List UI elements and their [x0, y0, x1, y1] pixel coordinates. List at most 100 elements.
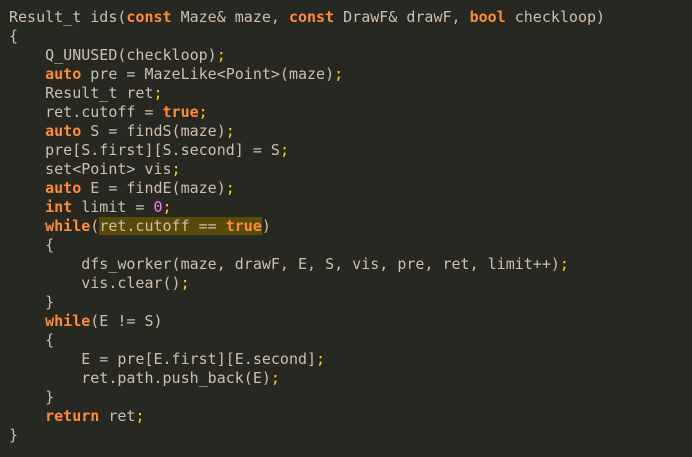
code-token: Result_t ids(: [9, 8, 127, 26]
code-token: auto: [45, 179, 82, 197]
code-text: Result_t ret;: [9, 84, 163, 103]
code-token: ;: [153, 84, 163, 102]
code-token: ;: [162, 198, 172, 216]
code-token: S = findS(maze): [81, 122, 226, 140]
code-token: bool: [469, 8, 506, 26]
code-token: Q_UNUSED(checkloop): [9, 46, 217, 64]
code-text: }: [9, 293, 54, 312]
code-token: (: [90, 217, 100, 235]
code-token: ;: [225, 122, 235, 140]
code-token: ;: [559, 255, 569, 273]
code-line[interactable]: return ret;: [0, 407, 692, 426]
code-text: pre[S.first][S.second] = S;: [9, 141, 289, 160]
code-line[interactable]: pre[S.first][S.second] = S;: [0, 141, 692, 160]
code-line[interactable]: }: [0, 388, 692, 407]
code-text: {: [9, 27, 18, 46]
code-token: pre[S.first][S.second] = S: [9, 141, 280, 159]
code-text: auto E = findE(maze);: [9, 179, 235, 198]
code-line[interactable]: {: [0, 236, 692, 255]
code-text: int limit = 0;: [9, 198, 172, 217]
code-text: vis.clear();: [9, 274, 189, 293]
code-line[interactable]: {: [0, 27, 692, 46]
code-token: int: [45, 198, 73, 216]
code-token: dfs_worker(maze, drawF, E, S, vis, pre, …: [9, 255, 560, 273]
code-token: return: [45, 407, 100, 425]
code-line[interactable]: auto pre = MazeLike<Point>(maze);: [0, 65, 692, 84]
code-token: auto: [45, 65, 82, 83]
code-line[interactable]: set<Point> vis;: [0, 160, 692, 179]
code-line[interactable]: E = pre[E.first][E.second];: [0, 350, 692, 369]
code-token: ret: [99, 407, 136, 425]
code-text: {: [9, 236, 54, 255]
code-line[interactable]: {: [0, 331, 692, 350]
code-text: auto S = findS(maze);: [9, 122, 235, 141]
code-token: ret.cutoff =: [9, 103, 163, 121]
code-token: true: [162, 103, 199, 121]
code-line[interactable]: }: [0, 426, 692, 445]
code-line[interactable]: int limit = 0;: [0, 198, 692, 217]
code-token: true: [225, 217, 262, 235]
code-text: set<Point> vis;: [9, 160, 181, 179]
code-token: ;: [334, 65, 344, 83]
code-line[interactable]: Result_t ret;: [0, 84, 692, 103]
code-token: ;: [225, 179, 235, 197]
code-token: ;: [198, 103, 208, 121]
code-token: ;: [171, 160, 181, 178]
code-text: while(ret.cutoff == true): [9, 217, 271, 236]
code-token: 0: [153, 198, 163, 216]
code-token: ret.path.push_back(E): [9, 369, 271, 387]
code-line[interactable]: auto S = findS(maze);: [0, 122, 692, 141]
code-token: }: [9, 388, 55, 406]
code-token: pre = MazeLike<Point>(maze): [81, 65, 335, 83]
code-line[interactable]: auto E = findE(maze);: [0, 179, 692, 198]
code-token: auto: [45, 122, 82, 140]
code-line[interactable]: dfs_worker(maze, drawF, E, S, vis, pre, …: [0, 255, 692, 274]
code-line[interactable]: ret.path.push_back(E);: [0, 369, 692, 388]
code-token: ;: [270, 369, 280, 387]
code-token: ): [261, 217, 271, 235]
code-token: ;: [279, 141, 289, 159]
code-token: (E != S): [90, 312, 163, 330]
code-token: ;: [135, 407, 145, 425]
code-text: return ret;: [9, 407, 144, 426]
code-text: ret.path.push_back(E);: [9, 369, 280, 388]
code-token: Maze& maze,: [171, 8, 289, 26]
code-line[interactable]: vis.clear();: [0, 274, 692, 293]
code-line[interactable]: }: [0, 293, 692, 312]
code-line[interactable]: while(ret.cutoff == true): [0, 217, 692, 236]
code-token: checkloop): [505, 8, 606, 26]
code-token: ;: [216, 46, 226, 64]
code-token: E = pre[E.first][E.second]: [9, 350, 317, 368]
code-token: while: [45, 217, 91, 235]
code-text: auto pre = MazeLike<Point>(maze);: [9, 65, 343, 84]
code-token: }: [9, 426, 19, 444]
code-line[interactable]: Q_UNUSED(checkloop);: [0, 46, 692, 65]
code-line[interactable]: ret.cutoff = true;: [0, 103, 692, 122]
code-token: ret.cutoff ==: [99, 217, 226, 235]
code-text: {: [9, 331, 54, 350]
code-token: }: [9, 293, 55, 311]
code-token: {: [9, 236, 55, 254]
code-token: E = findE(maze): [81, 179, 226, 197]
code-token: {: [9, 331, 55, 349]
code-token: {: [9, 27, 19, 45]
code-text: E = pre[E.first][E.second];: [9, 350, 325, 369]
code-text: while(E != S): [9, 312, 163, 331]
code-editor[interactable]: Result_t ids(const Maze& maze, const Dra…: [0, 0, 692, 457]
code-token: vis.clear(): [9, 274, 181, 292]
code-token: const: [288, 8, 335, 26]
code-line[interactable]: while(E != S): [0, 312, 692, 331]
code-text: Q_UNUSED(checkloop);: [9, 46, 226, 65]
code-token: ;: [316, 350, 326, 368]
code-line[interactable]: Result_t ids(const Maze& maze, const Dra…: [0, 8, 692, 27]
code-text: dfs_worker(maze, drawF, E, S, vis, pre, …: [9, 255, 569, 274]
code-token: set<Point> vis: [9, 160, 172, 178]
code-token: Result_t ret: [9, 84, 154, 102]
code-text: Result_t ids(const Maze& maze, const Dra…: [9, 8, 605, 27]
